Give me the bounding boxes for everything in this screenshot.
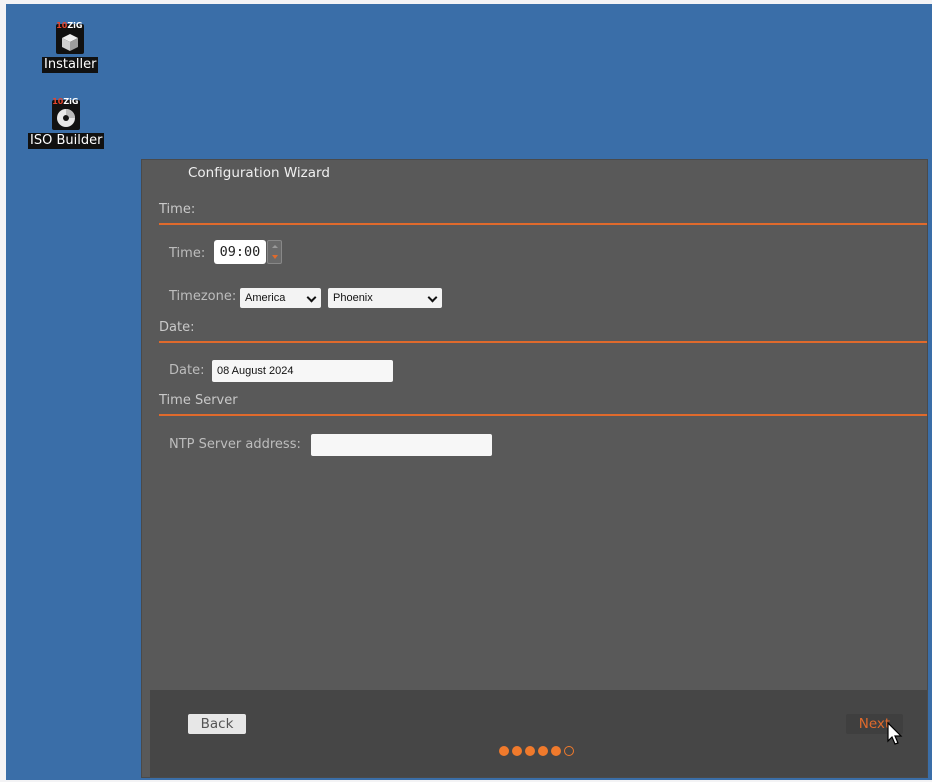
time-label: Time: (169, 246, 206, 261)
timezone-region-select[interactable]: America (240, 288, 321, 308)
desktop-icon-installer[interactable]: 10ZiG Installer (42, 22, 99, 73)
ntp-server-label: NTP Server address: (169, 437, 301, 452)
timezone-city-value: Phoenix (333, 292, 373, 304)
wizard-footer: Back Next (150, 690, 927, 777)
installer-icon: 10ZiG (54, 22, 86, 56)
section-divider (159, 341, 927, 343)
spinner-down-icon[interactable] (271, 255, 278, 260)
disc-icon: 10ZiG (50, 98, 82, 132)
desktop-icon-label: Installer (42, 57, 99, 73)
section-title-time-server: Time Server (159, 393, 238, 408)
timezone-label: Timezone: (169, 289, 237, 304)
timezone-region-value: America (245, 292, 286, 304)
time-input[interactable]: 09:00 (214, 240, 266, 264)
step-dot (525, 746, 535, 756)
date-label: Date: (169, 363, 205, 378)
wizard-title: Configuration Wizard (188, 165, 330, 181)
time-spinner[interactable] (267, 240, 282, 264)
desktop: 10ZiG Installer 10ZiG ISO Builder Config… (6, 4, 932, 780)
desktop-icon-label: ISO Builder (28, 133, 105, 149)
brand-name: ZiG (67, 21, 83, 30)
ntp-server-input[interactable] (311, 434, 492, 456)
step-dot (551, 746, 561, 756)
mouse-cursor-icon (887, 722, 903, 745)
spinner-up-icon[interactable] (271, 244, 278, 248)
step-dot (499, 746, 509, 756)
brand-number: 10 (52, 97, 64, 106)
back-button[interactable]: Back (188, 714, 246, 734)
step-dot-current (564, 746, 574, 756)
brand-name: ZiG (63, 97, 79, 106)
step-indicator (499, 746, 574, 756)
section-title-date: Date: (159, 320, 195, 335)
step-dot (538, 746, 548, 756)
configuration-wizard: Configuration Wizard Time: Time: 09:00 T… (141, 159, 928, 778)
section-divider (159, 414, 927, 416)
timezone-city-select[interactable]: Phoenix (328, 288, 442, 308)
date-input[interactable]: 08 August 2024 (212, 360, 393, 382)
section-title-time: Time: (159, 202, 196, 217)
step-dot (512, 746, 522, 756)
chevron-down-icon (427, 292, 438, 303)
chevron-down-icon (306, 292, 317, 303)
desktop-icon-iso-builder[interactable]: 10ZiG ISO Builder (28, 98, 105, 149)
section-divider (159, 223, 927, 225)
brand-number: 10 (56, 21, 68, 30)
